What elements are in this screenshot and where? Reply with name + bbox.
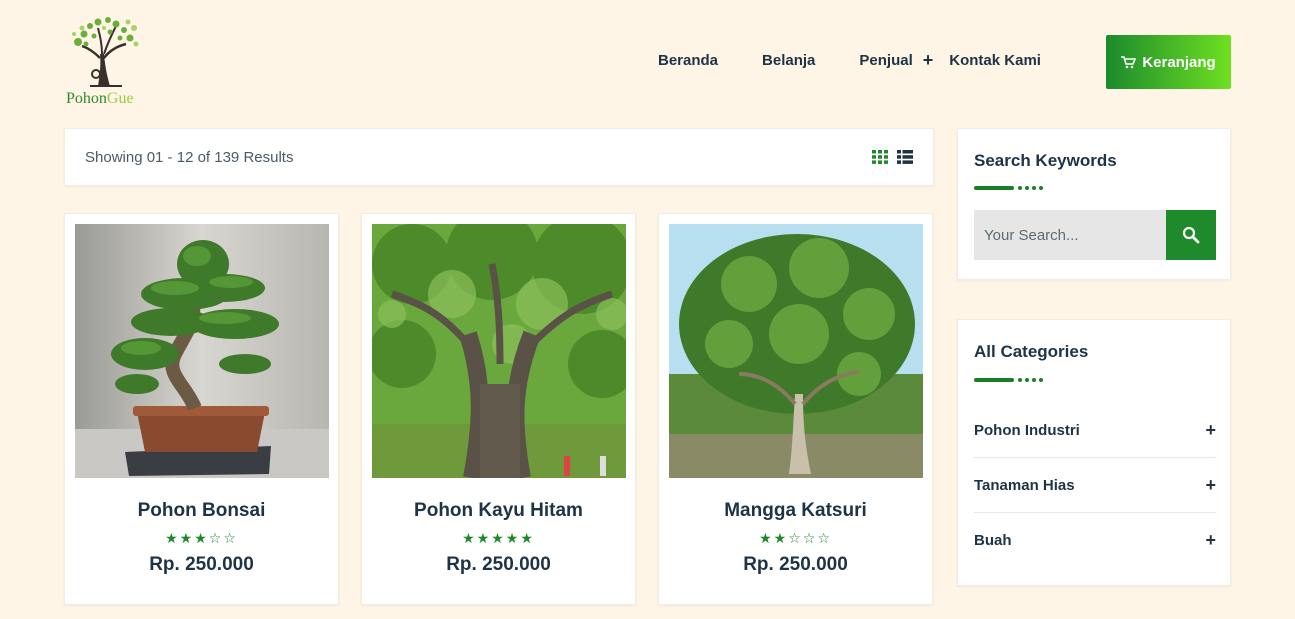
title-underline (974, 378, 1046, 382)
cart-label: Keranjang (1142, 53, 1216, 71)
product-price: Rp. 250.000 (743, 554, 848, 575)
nav-penjual[interactable]: Penjual (859, 52, 912, 69)
categories-widget: All Categories Pohon Industri + Tanaman … (957, 319, 1231, 586)
search-widget: Search Keywords (957, 128, 1231, 280)
search-box (974, 210, 1216, 260)
nav-kontak-kami[interactable]: Kontak Kami (949, 52, 1041, 69)
product-rating-stars: ★★☆☆☆ (759, 530, 832, 546)
product-card[interactable]: Pohon Bonsai ★★★☆☆ Rp. 250.000 (64, 213, 339, 605)
product-rating-stars: ★★★★★ (462, 530, 535, 546)
product-name[interactable]: Mangga Katsuri (659, 500, 932, 522)
results-toolbar: Showing 01 - 12 of 139 Results (64, 128, 934, 186)
nav-belanja[interactable]: Belanja (762, 52, 815, 69)
logo[interactable]: PohonGue (64, 14, 148, 110)
product-rating-stars: ★★★☆☆ (165, 530, 238, 546)
category-item-pohon-industri[interactable]: Pohon Industri + (974, 403, 1216, 458)
cart-button[interactable]: Keranjang (1106, 35, 1231, 89)
grid-view-icon[interactable] (872, 150, 888, 164)
categories-widget-title: All Categories (974, 342, 1089, 361)
expand-plus-icon[interactable]: + (1205, 530, 1216, 551)
main-nav: Beranda Belanja Penjual + Kontak Kami (658, 51, 1085, 69)
product-image-mangga-katsuri[interactable] (669, 224, 923, 478)
product-card[interactable]: Mangga Katsuri ★★☆☆☆ Rp. 250.000 (658, 213, 933, 605)
category-label: Tanaman Hias (974, 476, 1075, 494)
title-underline (974, 186, 1046, 190)
search-icon (1182, 226, 1200, 244)
product-price: Rp. 250.000 (149, 554, 254, 575)
category-item-tanaman-hias[interactable]: Tanaman Hias + (974, 457, 1216, 512)
category-label: Buah (974, 531, 1012, 549)
expand-plus-icon[interactable]: + (1205, 420, 1216, 441)
expand-plus-icon[interactable]: + (1205, 475, 1216, 496)
logo-text: PohonGue (66, 90, 134, 107)
product-name[interactable]: Pohon Kayu Hitam (362, 500, 635, 522)
list-view-icon[interactable] (897, 150, 913, 164)
search-input[interactable] (974, 210, 1166, 260)
nav-beranda[interactable]: Beranda (658, 52, 718, 69)
search-button[interactable] (1166, 210, 1216, 260)
product-image-bonsai[interactable] (75, 224, 329, 478)
results-count: Showing 01 - 12 of 139 Results (85, 149, 294, 166)
category-label: Pohon Industri (974, 422, 1080, 439)
tree-logo-icon (72, 17, 139, 87)
cart-icon (1121, 55, 1137, 68)
product-card[interactable]: Pohon Kayu Hitam ★★★★★ Rp. 250.000 (361, 213, 636, 605)
search-widget-title: Search Keywords (974, 151, 1117, 170)
product-price: Rp. 250.000 (446, 554, 551, 575)
penjual-expand-plus-icon[interactable]: + (923, 51, 934, 69)
product-image-kayu-hitam[interactable] (372, 224, 626, 478)
product-name[interactable]: Pohon Bonsai (65, 500, 338, 522)
category-item-buah[interactable]: Buah + (974, 512, 1216, 567)
